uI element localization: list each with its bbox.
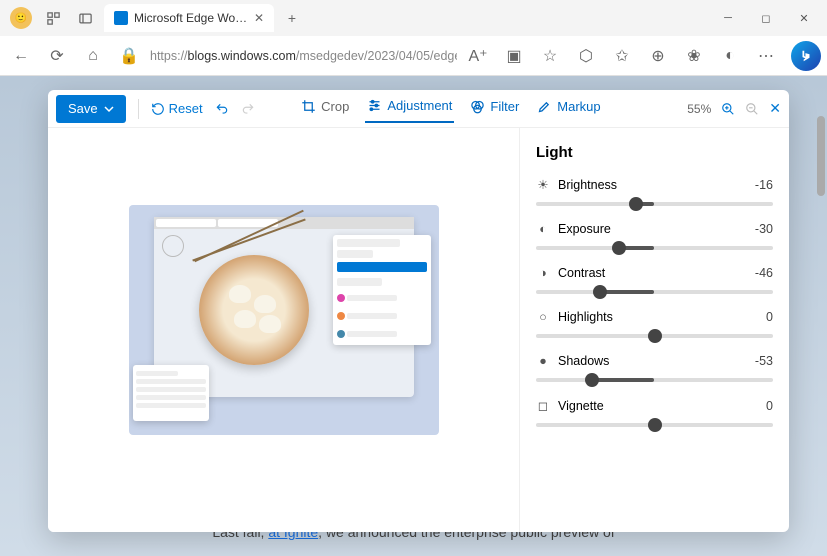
browser-tab[interactable]: Microsoft Edge Workspaces pub… ✕ — [104, 4, 274, 32]
zoom-out-icon — [745, 102, 759, 116]
collections-icon[interactable]: ⊕ — [643, 41, 673, 71]
panel-heading: Light — [536, 144, 773, 161]
undo-icon — [215, 102, 229, 116]
adjust-label: Shadows — [558, 354, 609, 368]
adjust-highlights: ○ Highlights 0 — [536, 310, 773, 338]
tool-crop[interactable]: Crop — [299, 95, 351, 122]
vignette-icon: ◻ — [536, 398, 550, 413]
slider-thumb[interactable] — [648, 329, 662, 343]
adjust-value: -53 — [755, 354, 773, 368]
redo-icon — [241, 102, 255, 116]
adjustment-icon — [367, 98, 382, 113]
favorites-bar-icon[interactable]: ✩ — [607, 41, 637, 71]
adjust-label: Brightness — [558, 178, 617, 192]
undo-button[interactable] — [215, 102, 229, 116]
tool-markup[interactable]: Markup — [535, 95, 602, 122]
adjust-slider[interactable] — [536, 423, 773, 427]
adjust-vignette: ◻ Vignette 0 — [536, 398, 773, 427]
adjust-label: Vignette — [558, 399, 604, 413]
zoom-percent: 55% — [687, 102, 711, 116]
adjust-value: -46 — [755, 266, 773, 280]
translate-icon[interactable]: ▣ — [499, 41, 529, 71]
window-titlebar: 🙂 Microsoft Edge Workspaces pub… ✕ + ─ ◻… — [0, 0, 827, 36]
url-protocol: https:// — [150, 49, 188, 63]
browser-toolbar: ← ⟳ ⌂ 🔒 https://blogs.windows.com/msedge… — [0, 36, 827, 76]
redo-button[interactable] — [241, 102, 255, 116]
page-scrollbar[interactable] — [817, 116, 825, 196]
markup-icon — [537, 99, 552, 114]
image-preview — [129, 205, 439, 435]
window-maximize-button[interactable]: ◻ — [747, 3, 785, 33]
tab-favicon — [114, 11, 128, 25]
adjust-brightness: ☀ Brightness -16 — [536, 177, 773, 206]
adjust-slider[interactable] — [536, 334, 773, 338]
new-tab-button[interactable]: + — [280, 10, 304, 26]
adjust-value: 0 — [766, 310, 773, 324]
bing-chat-button[interactable] — [791, 41, 821, 71]
nav-back-button[interactable]: ← — [6, 41, 36, 71]
more-menu-icon[interactable]: ⋯ — [751, 41, 781, 71]
save-button[interactable]: Save — [56, 95, 126, 123]
url-host: blogs.windows.com — [188, 49, 296, 63]
zoom-in-button[interactable] — [721, 102, 735, 116]
zoom-in-icon — [721, 102, 735, 116]
profile-avatar[interactable]: 🙂 — [10, 7, 32, 29]
brightness-icon: ☀ — [536, 177, 550, 192]
nav-refresh-button[interactable]: ⟳ — [42, 41, 72, 71]
filter-icon — [470, 99, 485, 114]
crop-icon — [301, 99, 316, 114]
exposure-icon: ◐ — [536, 222, 550, 236]
slider-thumb[interactable] — [629, 197, 643, 211]
nav-home-button[interactable]: ⌂ — [78, 41, 108, 71]
adjust-slider[interactable] — [536, 246, 773, 250]
adjust-value: -16 — [755, 178, 773, 192]
sidebar-icon[interactable]: ◐ — [715, 41, 745, 71]
shadows-icon: ● — [536, 354, 550, 368]
site-lock-icon[interactable]: 🔒 — [114, 41, 144, 71]
tab-close-icon[interactable]: ✕ — [254, 11, 264, 25]
adjust-label: Highlights — [558, 310, 613, 324]
editor-close-button[interactable]: ✕ — [769, 100, 781, 117]
tool-filter[interactable]: Filter — [468, 95, 521, 122]
page-content: Last fall, at Ignite, we announced the e… — [0, 76, 827, 556]
extensions-icon[interactable]: ⬡ — [571, 41, 601, 71]
zoom-out-button[interactable] — [745, 102, 759, 116]
slider-thumb[interactable] — [593, 285, 607, 299]
adjust-contrast: ◑ Contrast -46 — [536, 266, 773, 294]
shopping-icon[interactable]: ❀ — [679, 41, 709, 71]
editor-canvas[interactable] — [48, 128, 519, 532]
url-path: /msedgedev/2023/04/05/edge-workspaces-pr… — [296, 49, 457, 63]
highlights-icon: ○ — [536, 310, 550, 324]
adjust-exposure: ◐ Exposure -30 — [536, 222, 773, 250]
adjust-value: 0 — [766, 399, 773, 413]
slider-thumb[interactable] — [648, 418, 662, 432]
reset-icon — [151, 102, 165, 116]
editor-toolbar: Save Reset Crop Adjustment — [48, 90, 789, 128]
adjust-slider[interactable] — [536, 378, 773, 382]
adjust-slider[interactable] — [536, 202, 773, 206]
slider-thumb[interactable] — [585, 373, 599, 387]
address-bar[interactable]: https://blogs.windows.com/msedgedev/2023… — [150, 41, 457, 71]
window-close-button[interactable]: ✕ — [785, 3, 823, 33]
adjust-label: Exposure — [558, 222, 611, 236]
tab-title: Microsoft Edge Workspaces pub… — [134, 11, 248, 25]
adjustment-panel: Light ☀ Brightness -16 ◐ Exposure -30 ◑ … — [519, 128, 789, 532]
window-minimize-button[interactable]: ─ — [709, 3, 747, 33]
adjust-label: Contrast — [558, 266, 605, 280]
contrast-icon: ◑ — [536, 266, 550, 280]
image-editor: Save Reset Crop Adjustment — [48, 90, 789, 532]
workspaces-icon[interactable] — [42, 7, 64, 29]
adjust-shadows: ● Shadows -53 — [536, 354, 773, 382]
tab-actions-icon[interactable] — [74, 7, 96, 29]
read-aloud-icon[interactable]: A⁺ — [463, 41, 493, 71]
adjust-value: -30 — [755, 222, 773, 236]
reset-button[interactable]: Reset — [151, 101, 203, 116]
slider-thumb[interactable] — [612, 241, 626, 255]
adjust-slider[interactable] — [536, 290, 773, 294]
tool-adjustment[interactable]: Adjustment — [365, 94, 454, 123]
favorite-icon[interactable]: ☆ — [535, 41, 565, 71]
chevron-down-icon — [104, 104, 114, 114]
